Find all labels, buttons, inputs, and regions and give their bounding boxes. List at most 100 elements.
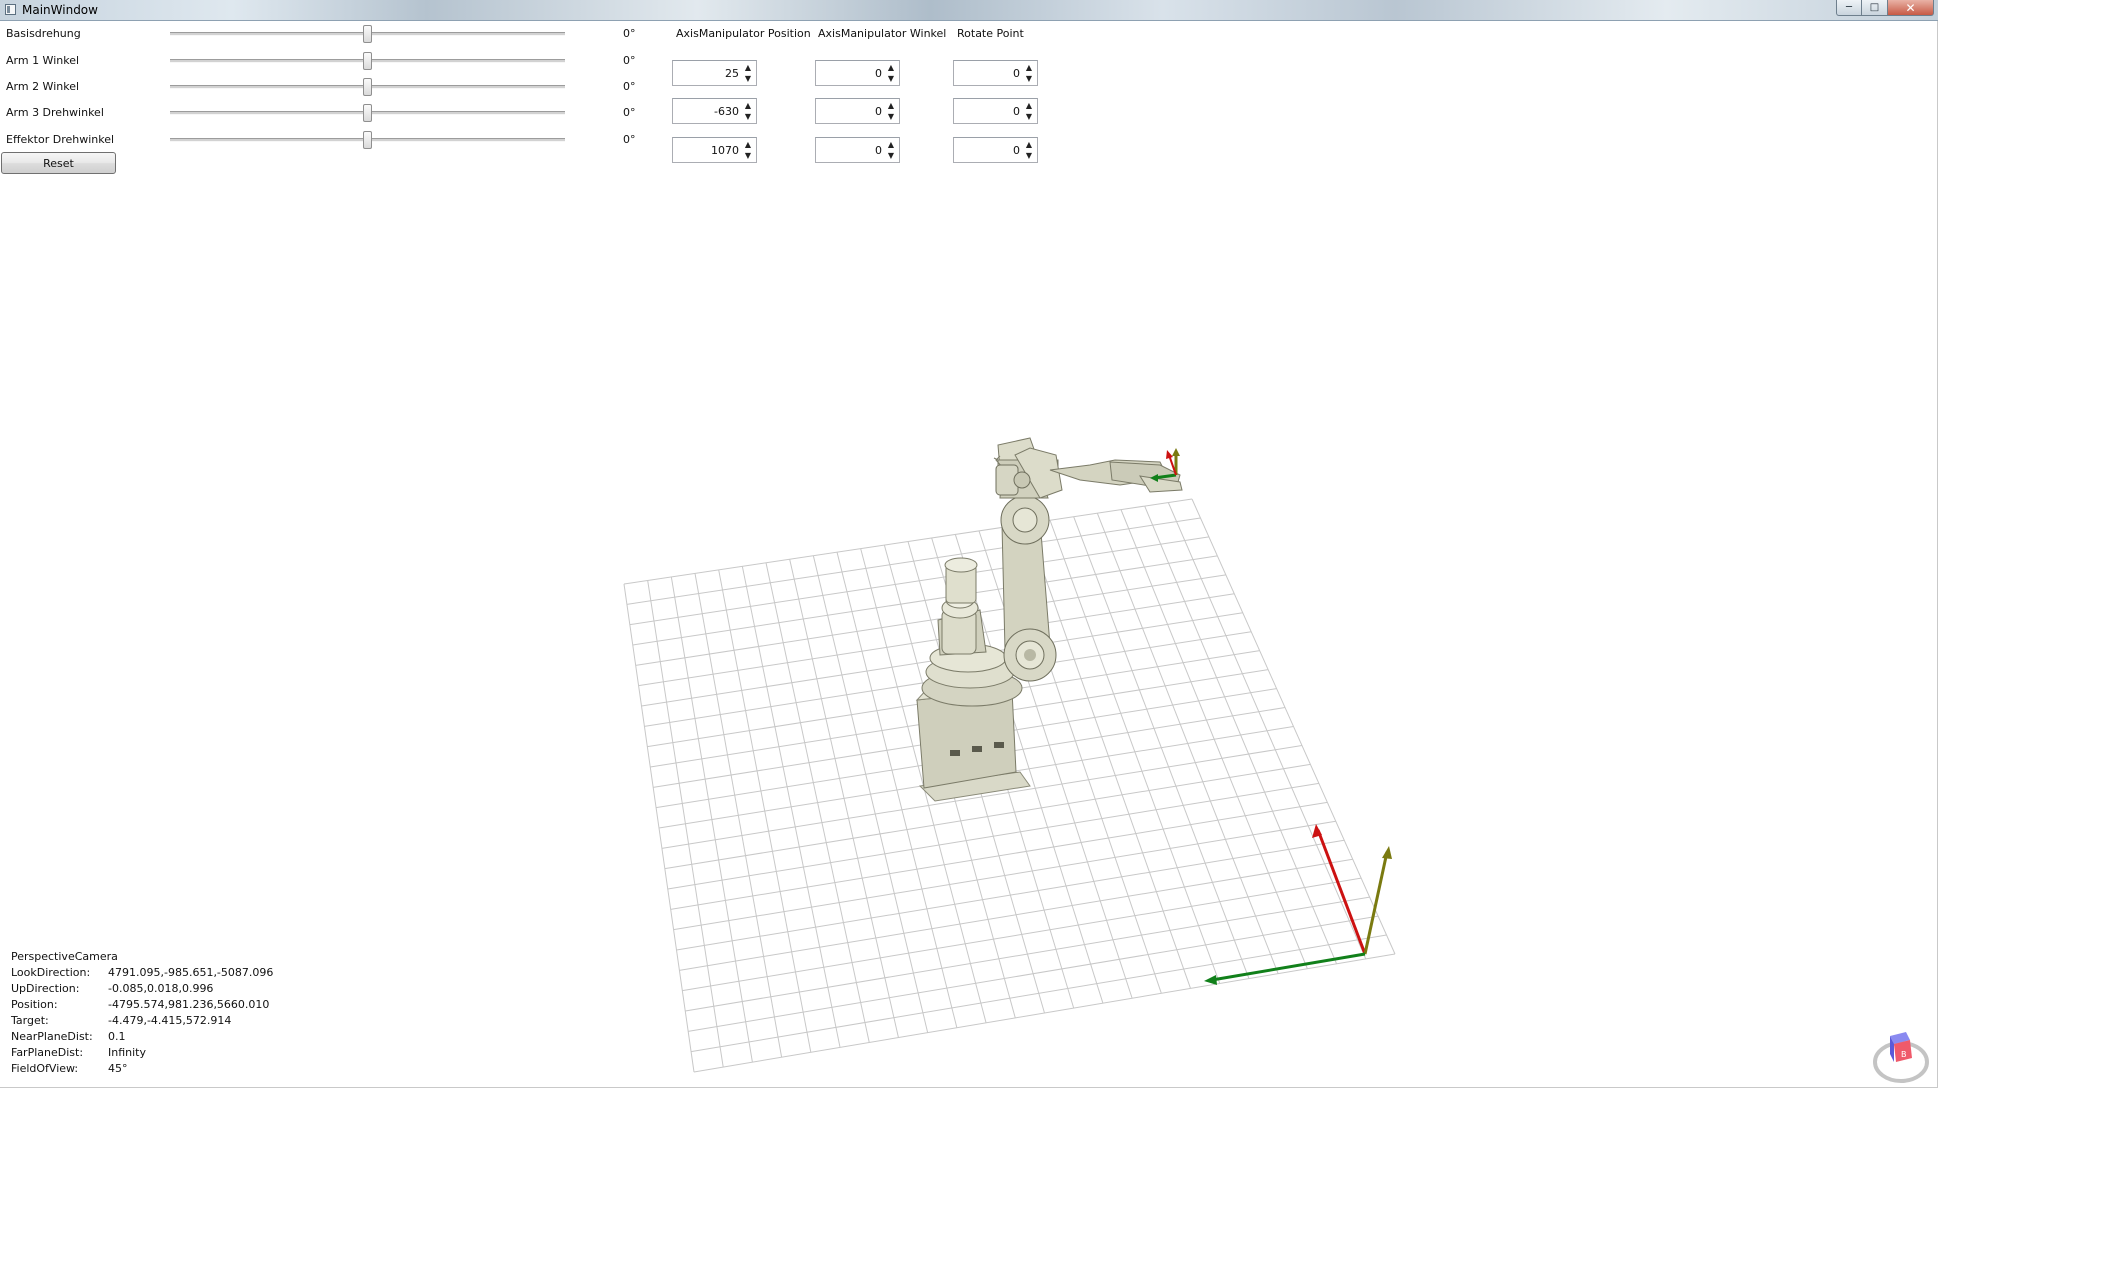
grid-line xyxy=(1025,523,1192,989)
camera-info-key: Position: xyxy=(11,998,58,1011)
position-z-spinner[interactable]: ▲ ▼ xyxy=(672,137,757,163)
3d-viewport[interactable] xyxy=(0,180,1938,1088)
grid-line xyxy=(1191,498,1396,955)
spin-up-icon[interactable]: ▲ xyxy=(885,62,897,73)
maximize-button[interactable]: □ xyxy=(1862,0,1888,16)
view-cube[interactable]: B xyxy=(1870,1028,1932,1086)
camera-info-value: 45° xyxy=(108,1062,128,1075)
spin-down-icon[interactable]: ▼ xyxy=(885,73,897,84)
spin-down-icon[interactable]: ▼ xyxy=(885,111,897,122)
rotate-point-z-spinner[interactable]: ▲ ▼ xyxy=(953,137,1038,163)
slider-thumb[interactable] xyxy=(363,104,372,122)
rotate-point-x-spinner[interactable]: ▲ ▼ xyxy=(953,60,1038,86)
position-y-input[interactable] xyxy=(675,101,741,121)
grid-line xyxy=(682,877,1362,992)
arm1-winkel-slider[interactable] xyxy=(170,52,565,70)
camera-info-value: -0.085,0.018,0.996 xyxy=(108,982,214,995)
scene-svg xyxy=(623,437,1396,1073)
effektor-drehwinkel-value: 0° xyxy=(623,133,636,146)
spin-up-icon[interactable]: ▲ xyxy=(742,139,754,150)
grid-line xyxy=(1073,516,1250,979)
camera-info-key: FieldOfView: xyxy=(11,1062,79,1075)
effektor-drehwinkel-label: Effektor Drehwinkel xyxy=(6,133,115,146)
position-z-input[interactable] xyxy=(675,140,741,160)
spin-down-icon[interactable]: ▼ xyxy=(742,150,754,161)
spin-up-icon[interactable]: ▲ xyxy=(1023,62,1035,73)
rotate-point-y-input[interactable] xyxy=(956,101,1022,121)
camera-info-key: UpDirection: xyxy=(11,982,80,995)
winkel-x-spinner[interactable]: ▲ ▼ xyxy=(815,60,900,86)
basisdrehung-slider[interactable] xyxy=(170,25,565,43)
spin-down-icon[interactable]: ▼ xyxy=(742,73,754,84)
camera-info-key: LookDirection: xyxy=(11,966,91,979)
winkel-z-input[interactable] xyxy=(818,140,884,160)
effektor-drehwinkel-slider[interactable] xyxy=(170,131,565,149)
minimize-button[interactable]: ─ xyxy=(1836,0,1862,16)
camera-info-key: FarPlaneDist: xyxy=(11,1046,84,1059)
main-window: MainWindow ─ □ ✕ Basisdrehung 0° Arm 1 W… xyxy=(0,0,1938,1088)
grid-line xyxy=(685,896,1370,1012)
camera-info-key: NearPlaneDist: xyxy=(11,1030,93,1043)
winkel-y-spinner[interactable]: ▲ ▼ xyxy=(815,98,900,124)
grid-line xyxy=(688,915,1379,1032)
slider-thumb[interactable] xyxy=(363,131,372,149)
grid-line xyxy=(1144,505,1338,965)
arm2-winkel-label: Arm 2 Winkel xyxy=(6,80,80,93)
view-cube-label: B xyxy=(1901,1050,1907,1059)
rotate-point-z-input[interactable] xyxy=(956,140,1022,160)
spin-down-icon[interactable]: ▼ xyxy=(1023,111,1035,122)
spin-up-icon[interactable]: ▲ xyxy=(742,62,754,73)
camera-info-key: Target: xyxy=(11,1014,49,1027)
arm1-winkel-label: Arm 1 Winkel xyxy=(6,54,80,67)
spin-down-icon[interactable]: ▼ xyxy=(1023,73,1035,84)
window-title: MainWindow xyxy=(22,3,98,17)
view-cube-icon: B xyxy=(1873,1032,1929,1083)
window-icon[interactable] xyxy=(5,4,16,15)
close-button[interactable]: ✕ xyxy=(1888,0,1934,16)
caption-buttons: ─ □ ✕ xyxy=(1836,0,1934,17)
arm3-drehwinkel-value: 0° xyxy=(623,106,636,119)
spin-up-icon[interactable]: ▲ xyxy=(742,100,754,111)
grid-line xyxy=(679,858,1353,971)
grid-line xyxy=(667,782,1319,890)
camera-info-value: 4791.095,-985.651,-5087.096 xyxy=(108,966,274,979)
winkel-y-input[interactable] xyxy=(818,101,884,121)
reset-button[interactable]: Reset xyxy=(1,152,116,174)
camera-info-value: -4795.574,981.236,5660.010 xyxy=(108,998,270,1011)
rotate-point-y-spinner[interactable]: ▲ ▼ xyxy=(953,98,1038,124)
arm2-winkel-value: 0° xyxy=(623,80,636,93)
slider-thumb[interactable] xyxy=(363,52,372,70)
camera-info-value: 0.1 xyxy=(108,1030,126,1043)
spin-up-icon[interactable]: ▲ xyxy=(1023,100,1035,111)
position-x-input[interactable] xyxy=(675,63,741,83)
arm1-winkel-value: 0° xyxy=(623,54,636,67)
position-x-spinner[interactable]: ▲ ▼ xyxy=(672,60,757,86)
grid-line xyxy=(673,820,1336,931)
grid-line xyxy=(1049,520,1221,984)
rotate-point-x-input[interactable] xyxy=(956,63,1022,83)
winkel-z-spinner[interactable]: ▲ ▼ xyxy=(815,137,900,163)
arm3-drehwinkel-label: Arm 3 Drehwinkel xyxy=(6,106,104,119)
spin-up-icon[interactable]: ▲ xyxy=(885,100,897,111)
spin-down-icon[interactable]: ▼ xyxy=(1023,150,1035,161)
position-y-spinner[interactable]: ▲ ▼ xyxy=(672,98,757,124)
grid-line xyxy=(1167,502,1367,960)
camera-info-value: Infinity xyxy=(108,1046,146,1059)
grid-line xyxy=(1096,512,1279,974)
rotate-point-header: Rotate Point xyxy=(957,27,1024,40)
camera-type: PerspectiveCamera xyxy=(11,950,118,963)
spin-up-icon[interactable]: ▲ xyxy=(885,139,897,150)
spin-down-icon[interactable]: ▼ xyxy=(885,150,897,161)
slider-thumb[interactable] xyxy=(363,25,372,43)
title-bar[interactable]: MainWindow ─ □ ✕ xyxy=(0,0,1938,21)
arm2-winkel-slider[interactable] xyxy=(170,78,565,96)
slider-thumb[interactable] xyxy=(363,78,372,96)
spin-down-icon[interactable]: ▼ xyxy=(742,111,754,122)
grid-line xyxy=(676,839,1345,951)
axis-winkel-header: AxisManipulator Winkel xyxy=(818,27,947,40)
arm3-drehwinkel-slider[interactable] xyxy=(170,104,565,122)
spin-up-icon[interactable]: ▲ xyxy=(1023,139,1035,150)
winkel-x-input[interactable] xyxy=(818,63,884,83)
basisdrehung-label: Basisdrehung xyxy=(6,27,81,40)
grid-line xyxy=(670,801,1328,910)
